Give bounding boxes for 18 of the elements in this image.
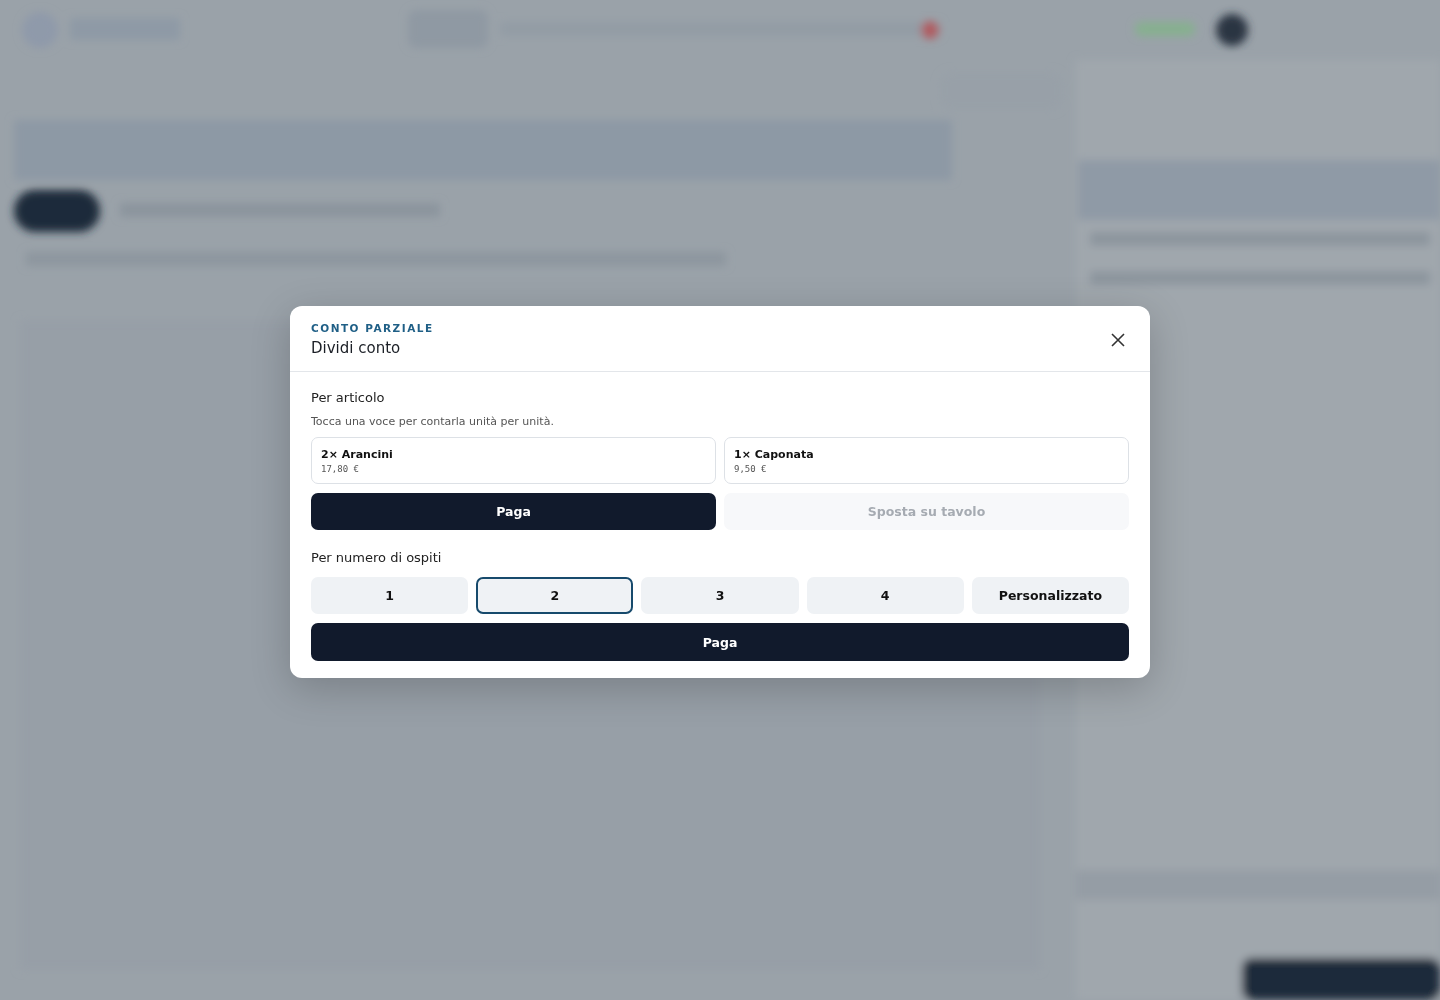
guest-count-option[interactable]: 2 [476, 577, 634, 614]
item-card[interactable]: 1× Caponata 9,50 € [724, 437, 1129, 484]
pay-button[interactable]: Paga [311, 493, 716, 530]
item-price: 9,50 € [734, 464, 768, 474]
guest-count-option[interactable]: Personalizzato [971, 577, 1129, 614]
item-price: 17,80 € [321, 464, 360, 474]
hint-text: Tocca una voce per contarla unità per unità. [311, 415, 555, 428]
section-label: Per numero di ospiti [311, 550, 443, 565]
guest-count-option[interactable]: 3 [641, 577, 799, 614]
dialog-eyebrow: CONTO PARZIALE [311, 322, 434, 334]
pay-button[interactable]: Paga [311, 623, 1129, 661]
guest-count-option[interactable]: 1 [311, 577, 469, 614]
section-label: Per articolo [311, 390, 386, 405]
item-name: 1× Caponata [734, 448, 815, 461]
item-card[interactable]: 2× Arancini 17,80 € [311, 437, 716, 484]
dialog-title: Dividi conto [311, 339, 402, 357]
item-name: 2× Arancini [321, 448, 394, 461]
guest-count-option[interactable]: 4 [806, 577, 964, 614]
